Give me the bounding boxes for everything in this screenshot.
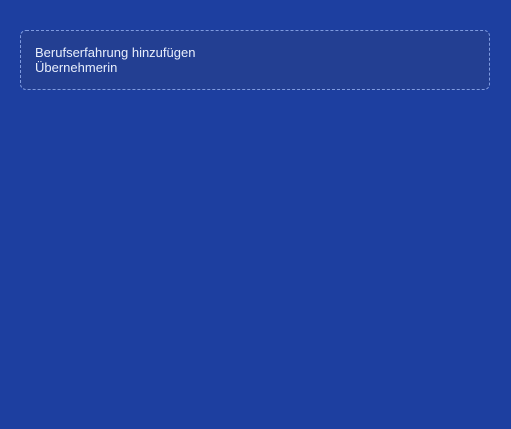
dialog-title: Berufserfahrung hinzufügen — [35, 45, 196, 60]
placeholder-note: Berufserfahrung hinzufügen Übernehmerin — [20, 30, 490, 90]
title-field-value: Übernehmerin — [35, 60, 118, 75]
